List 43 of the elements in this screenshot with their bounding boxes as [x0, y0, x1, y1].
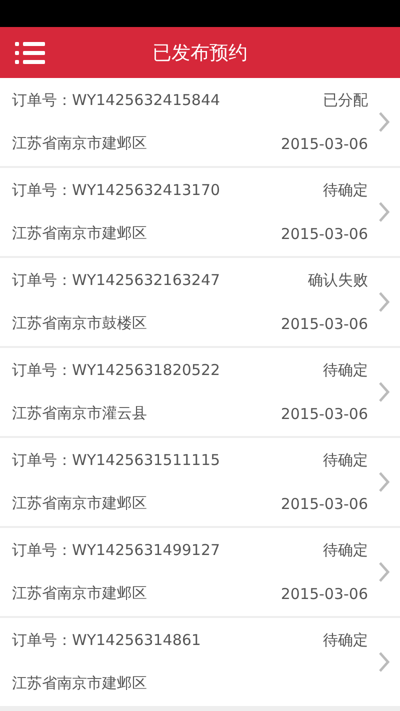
order-address: 江苏省南京市建邺区 — [12, 494, 147, 513]
order-date: 2015-03-06 — [280, 224, 368, 242]
order-date: 2015-03-06 — [280, 404, 368, 422]
chevron-right-icon — [378, 111, 390, 133]
order-number: 订单号：WY1425631511115 — [12, 451, 220, 470]
menu-icon — [15, 42, 45, 64]
order-row[interactable]: 订单号：WY14256314861 待确定 江苏省南京市建邺区 — [0, 618, 400, 706]
chevron-right-icon — [378, 291, 390, 313]
order-number: 订单号：WY1425631499127 — [12, 541, 220, 560]
order-row[interactable]: 订单号：WY1425631499127 待确定 江苏省南京市建邺区 2015-03-06 — [0, 528, 400, 616]
order-date: 2015-03-06 — [280, 134, 368, 152]
order-status: 待确定 — [323, 451, 368, 470]
order-address: 江苏省南京市建邺区 — [12, 224, 147, 243]
order-status: 已分配 — [323, 91, 368, 110]
order-number: 订单号：WY14256314861 — [12, 631, 201, 650]
order-status: 待确定 — [323, 631, 368, 650]
order-row[interactable]: 订单号：WY1425632163247 确认失败 江苏省南京市鼓楼区 2015-03-06 — [0, 258, 400, 346]
chevron-right-icon — [378, 201, 390, 223]
order-address: 江苏省南京市灌云县 — [12, 404, 147, 423]
order-date: 2015-03-06 — [280, 494, 368, 512]
order-number: 订单号：WY1425632163247 — [12, 271, 220, 290]
order-number: 订单号：WY1425631820522 — [12, 361, 220, 380]
order-status: 待确定 — [323, 181, 368, 200]
order-address: 江苏省南京市建邺区 — [12, 584, 147, 603]
chevron-right-icon — [378, 381, 390, 403]
chevron-right-icon — [378, 471, 390, 493]
order-status: 待确定 — [323, 541, 368, 560]
order-address: 江苏省南京市建邺区 — [12, 134, 147, 153]
page-title: 已发布预约 — [152, 42, 248, 64]
order-row[interactable]: 订单号：WY1425631511115 待确定 江苏省南京市建邺区 2015-03-06 — [0, 438, 400, 526]
chevron-right-icon — [378, 651, 390, 673]
order-date: 2015-03-06 — [280, 314, 368, 332]
order-address: 江苏省南京市鼓楼区 — [12, 314, 147, 333]
order-status: 确认失败 — [308, 271, 368, 290]
order-number: 订单号：WY1425632413170 — [12, 181, 220, 200]
order-status: 待确定 — [323, 361, 368, 380]
order-date: 2015-03-06 — [280, 584, 368, 602]
order-number: 订单号：WY1425632415844 — [12, 91, 220, 110]
chevron-right-icon — [378, 561, 390, 583]
order-row[interactable]: 订单号：WY1425631820522 待确定 江苏省南京市灌云县 2015-03-06 — [0, 348, 400, 436]
order-address: 江苏省南京市建邺区 — [12, 674, 147, 693]
order-row[interactable]: 订单号：WY1425632415844 已分配 江苏省南京市建邺区 2015-03-06 — [0, 78, 400, 166]
order-row[interactable]: 订单号：WY1425632413170 待确定 江苏省南京市建邺区 2015-03-06 — [0, 168, 400, 256]
